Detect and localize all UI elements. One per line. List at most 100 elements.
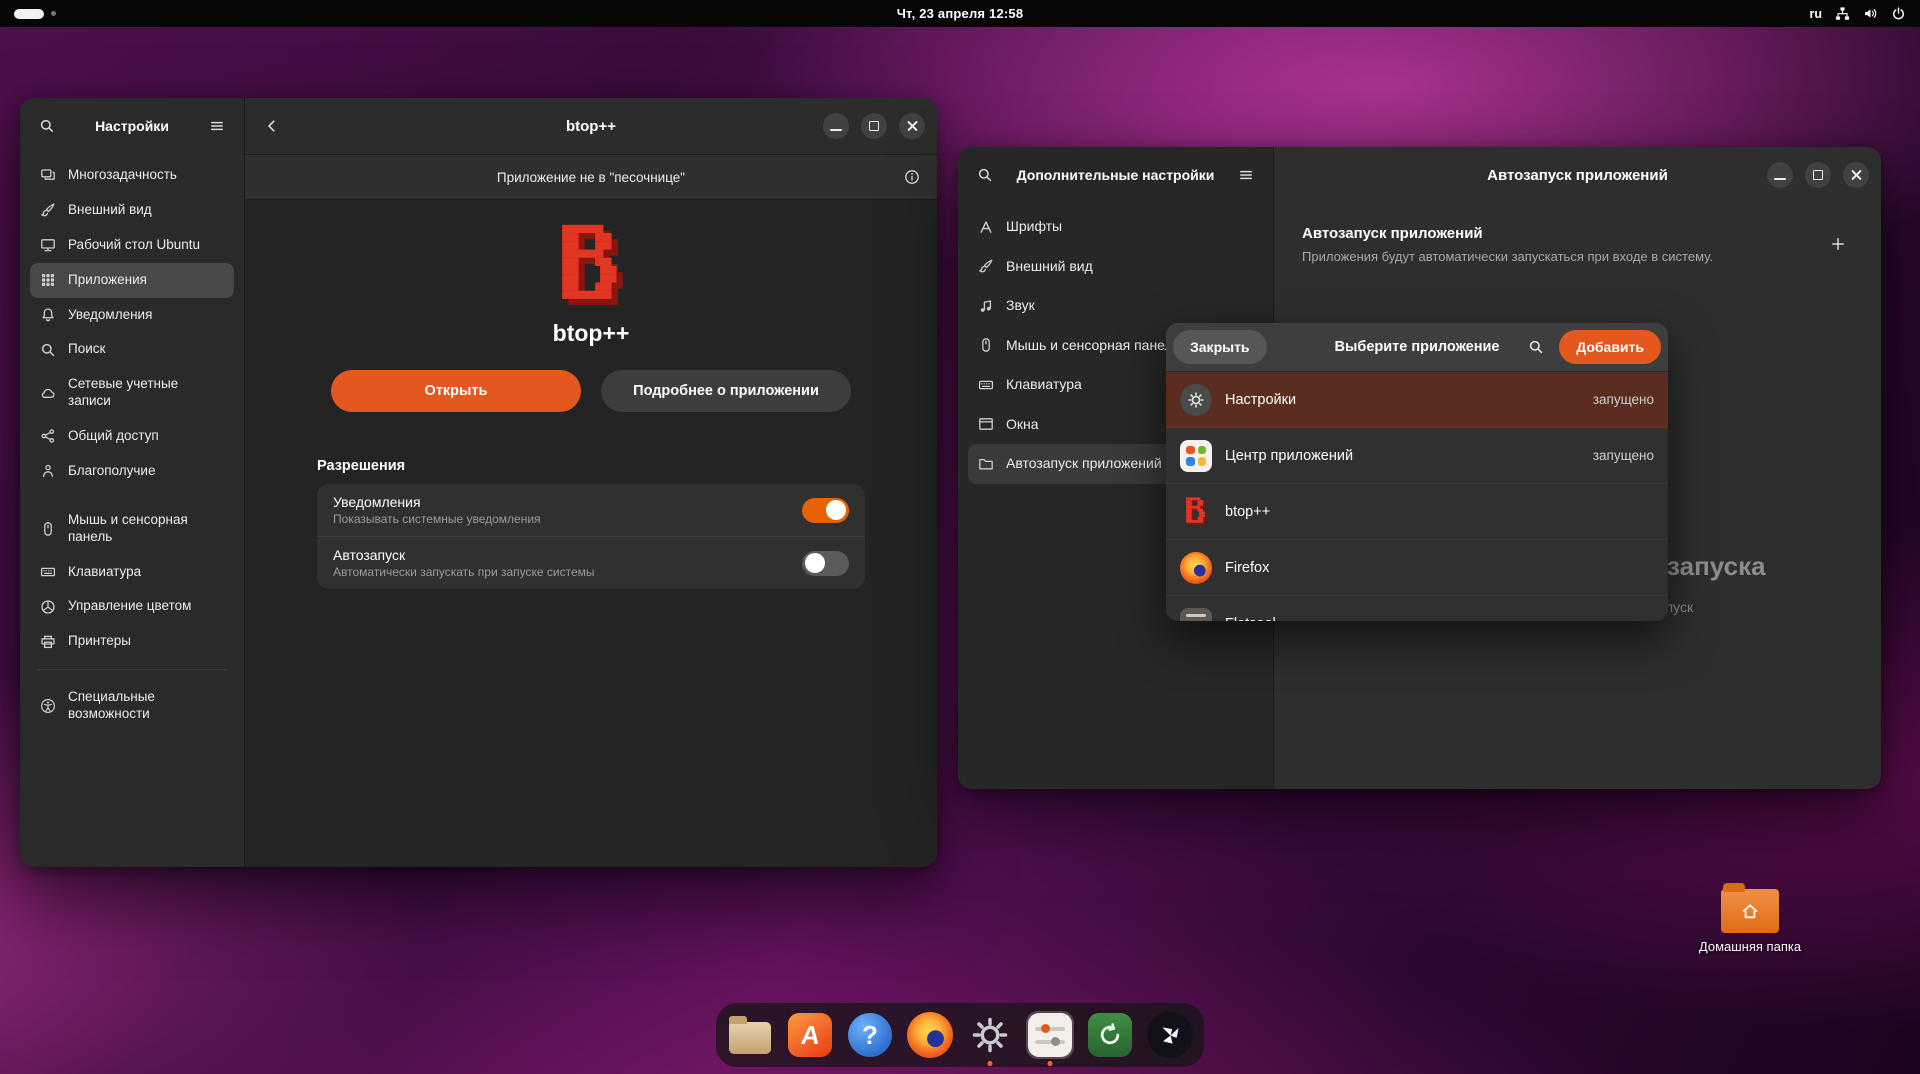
search-button[interactable] (970, 160, 1000, 190)
appearance-icon (978, 258, 994, 274)
maximize-button[interactable] (1805, 162, 1831, 188)
sidebar-item-label: Управление цветом (68, 598, 191, 615)
sidebar-item-label: Звук (1006, 297, 1035, 315)
bell-icon (40, 307, 56, 323)
system-status-area[interactable]: ru (1686, 6, 1906, 21)
multitasking-icon (40, 167, 56, 183)
sidebar-divider (38, 669, 226, 670)
close-button[interactable] (899, 113, 925, 139)
notifications-toggle[interactable] (802, 498, 849, 523)
toggle-knob (826, 500, 846, 520)
autostart-toggle[interactable] (802, 551, 849, 576)
sidebar-item-apps[interactable]: Приложения (30, 263, 234, 298)
window-controls (823, 113, 925, 139)
home-folder-label: Домашняя папка (1699, 939, 1801, 955)
app-row-status: запущено (1593, 448, 1654, 463)
sidebar-item-appearance[interactable]: Внешний вид (30, 193, 234, 228)
dock-item-help[interactable] (846, 1011, 894, 1059)
permissions-section: Разрешения Уведомления Показывать систем… (317, 458, 865, 589)
volume-icon (1863, 6, 1878, 21)
minimize-button[interactable] (1767, 162, 1793, 188)
dock-item-firefox[interactable] (906, 1011, 954, 1059)
permission-texts: Автозапуск Автоматически запускать при з… (333, 547, 595, 579)
permission-subtitle: Показывать системные уведомления (333, 512, 541, 526)
workspace-indicator[interactable] (14, 9, 234, 19)
hamburger-menu-icon (209, 118, 225, 134)
app-row-flatseal[interactable]: Flatseal (1166, 596, 1668, 621)
mouse-icon (40, 521, 56, 537)
sidebar-item-ubuntu-desktop[interactable]: Рабочий стол Ubuntu (30, 228, 234, 263)
dialog-header: Закрыть Выберите приложение Добавить (1166, 323, 1668, 372)
dialog-search-button[interactable] (1521, 332, 1551, 362)
sandbox-banner: Приложение не в "песочнице" (245, 154, 937, 200)
dock-item-software-updater[interactable] (1086, 1011, 1134, 1059)
home-folder-desktop-icon[interactable]: Домашняя папка (1690, 889, 1810, 955)
app-details-button[interactable]: Подробнее о приложении (601, 370, 851, 412)
sandbox-info-button[interactable] (897, 162, 927, 192)
add-autostart-button[interactable] (1823, 229, 1853, 259)
open-button[interactable]: Открыть (331, 370, 581, 412)
apps-grid-icon (40, 272, 56, 288)
firefox-icon (1180, 552, 1212, 584)
hamburger-menu-icon (1238, 167, 1254, 183)
keyboard-layout-indicator[interactable]: ru (1810, 7, 1823, 21)
tweaks-sidebar-title: Дополнительные настройки (1006, 167, 1225, 183)
app-row-settings[interactable]: Настройки запущено (1166, 372, 1668, 428)
settings-content: btop++ Приложение не в "песочнице" btop+… (245, 98, 937, 867)
app-details-page: btop++ Открыть Подробнее о приложении Ра… (245, 200, 937, 867)
settings-sidebar-title: Настройки (68, 118, 196, 134)
sidebar-item-online-accounts[interactable]: Сетевые учетные записи (30, 367, 234, 419)
dialog-close-button[interactable]: Закрыть (1173, 330, 1267, 364)
sidebar-item-label: Специальные возможности (68, 689, 224, 723)
maximize-button[interactable] (861, 113, 887, 139)
app-row-app-center[interactable]: Центр приложений запущено (1166, 428, 1668, 484)
sidebar-item-mouse[interactable]: Мышь и сенсорная панель (30, 503, 234, 555)
dock-item-app-center[interactable] (786, 1011, 834, 1059)
search-icon (1528, 339, 1544, 355)
permissions-heading: Разрешения (317, 458, 865, 474)
dock-item-show-apps[interactable] (1146, 1011, 1194, 1059)
sidebar-item-printers[interactable]: Принтеры (30, 624, 234, 659)
main-menu-button[interactable] (202, 111, 232, 141)
power-icon (1891, 6, 1906, 21)
sidebar-item-notifications[interactable]: Уведомления (30, 298, 234, 333)
search-icon (977, 167, 993, 183)
app-row-name: btop++ (1225, 504, 1270, 520)
sidebar-item-label: Поиск (68, 341, 105, 358)
permission-texts: Уведомления Показывать системные уведомл… (333, 494, 541, 526)
clock[interactable]: Чт, 23 апреля 12:58 (234, 6, 1686, 21)
dock (716, 1003, 1204, 1067)
workspace-pill-active (14, 9, 44, 19)
search-button[interactable] (32, 111, 62, 141)
sidebar-item-label: Благополучие (68, 463, 155, 480)
app-row-firefox[interactable]: Firefox (1166, 540, 1668, 596)
sidebar-item-sound[interactable]: Звук (968, 286, 1263, 326)
house-icon (1740, 901, 1760, 921)
dock-item-files[interactable] (726, 1011, 774, 1059)
main-menu-button[interactable] (1231, 160, 1261, 190)
sidebar-item-wellbeing[interactable]: Благополучие (30, 454, 234, 489)
sidebar-item-accessibility[interactable]: Специальные возможности (30, 680, 234, 732)
wellbeing-icon (40, 463, 56, 479)
close-button[interactable] (1843, 162, 1869, 188)
dialog-add-button[interactable]: Добавить (1559, 330, 1661, 364)
permission-row-notifications: Уведомления Показывать системные уведомл… (317, 484, 865, 536)
autostart-header-row: Автозапуск приложений Приложения будут а… (1302, 225, 1853, 264)
gear-icon (1187, 391, 1205, 409)
app-row-btop[interactable]: btop++ (1166, 484, 1668, 540)
sidebar-item-fonts[interactable]: Шрифты (968, 207, 1263, 247)
sidebar-item-color[interactable]: Управление цветом (30, 589, 234, 624)
permission-subtitle: Автоматически запускать при запуске сист… (333, 565, 595, 579)
dock-item-settings[interactable] (966, 1011, 1014, 1059)
sidebar-item-sharing[interactable]: Общий доступ (30, 419, 234, 454)
dock-item-tweaks[interactable] (1026, 1011, 1074, 1059)
sidebar-item-search[interactable]: Поиск (30, 332, 234, 367)
app-row-name: Flatseal (1225, 616, 1276, 622)
minimize-button[interactable] (823, 113, 849, 139)
help-icon (848, 1013, 892, 1057)
sidebar-item-keyboard[interactable]: Клавиатура (30, 555, 234, 590)
sidebar-item-appearance[interactable]: Внешний вид (968, 247, 1263, 287)
back-button[interactable] (257, 111, 287, 141)
sidebar-item-label: Мышь и сенсорная панель (68, 512, 224, 546)
sidebar-item-multitasking[interactable]: Многозадачность (30, 158, 234, 193)
